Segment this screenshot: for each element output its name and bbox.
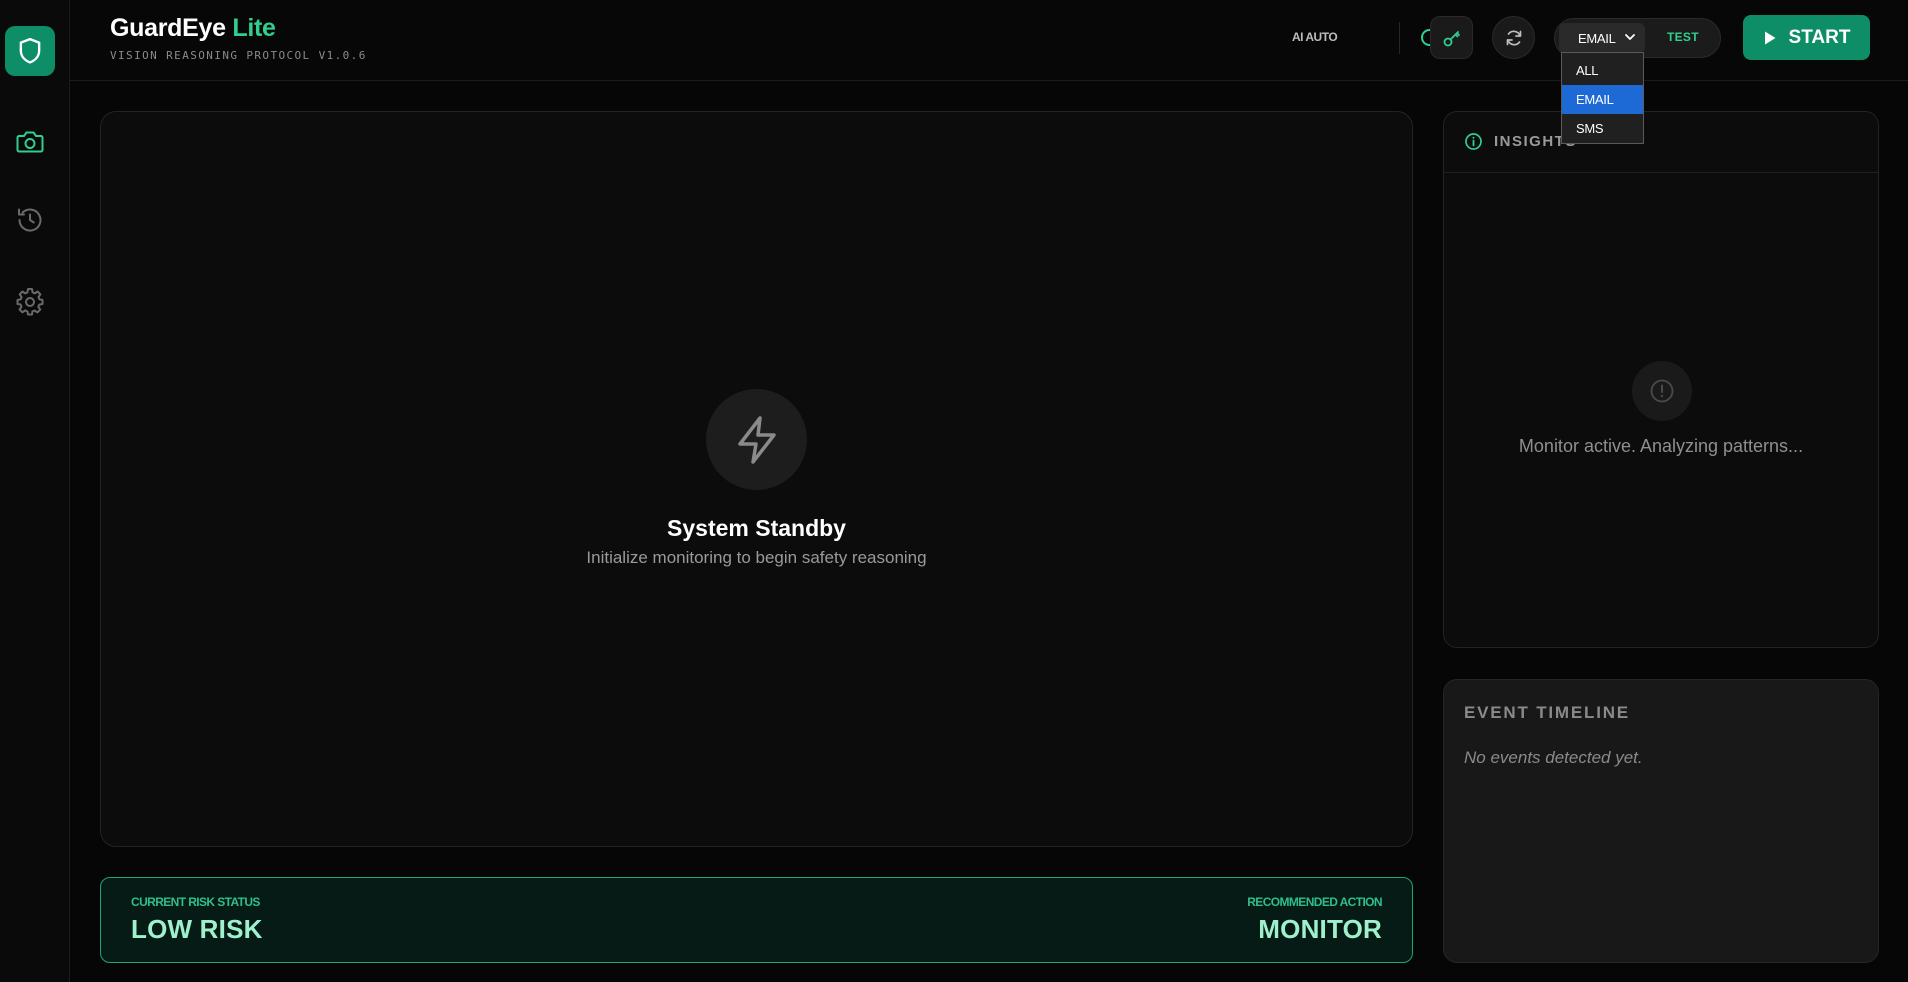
recommended-action-label: RECOMMENDED ACTION bbox=[1247, 895, 1382, 909]
insights-panel: INSIGHTS Monitor active. Analyzing patte… bbox=[1443, 111, 1879, 648]
play-icon bbox=[1764, 31, 1776, 44]
app-title: GuardEye Lite bbox=[110, 14, 276, 42]
header-divider bbox=[1399, 22, 1400, 54]
app-logo-shield[interactable] bbox=[5, 26, 55, 76]
sidebar bbox=[0, 0, 70, 982]
chevron-down-icon bbox=[1625, 34, 1635, 40]
api-key-button[interactable] bbox=[1430, 16, 1473, 59]
alert-icon bbox=[1650, 379, 1674, 403]
standby-subtitle: Initialize monitoring to begin safety re… bbox=[586, 548, 927, 567]
dropdown-option-all[interactable]: ALL bbox=[1562, 56, 1643, 85]
sidebar-item-settings[interactable] bbox=[12, 283, 48, 319]
select-value: EMAIL bbox=[1578, 30, 1616, 46]
test-notification-button[interactable]: TEST bbox=[1667, 30, 1699, 44]
history-icon bbox=[18, 208, 42, 232]
camera-icon bbox=[16, 131, 44, 153]
start-button[interactable]: START bbox=[1743, 15, 1870, 60]
standby-icon-circle bbox=[706, 389, 807, 490]
notification-channel-dropdown: ALL EMAIL SMS bbox=[1561, 52, 1644, 144]
insights-message: Monitor active. Analyzing patterns... bbox=[1518, 436, 1804, 456]
settings-icon bbox=[16, 288, 44, 316]
risk-status-value: LOW RISK bbox=[131, 914, 263, 944]
info-icon bbox=[1465, 133, 1482, 150]
sidebar-item-history[interactable] bbox=[12, 202, 48, 238]
dropdown-option-sms[interactable]: SMS bbox=[1562, 114, 1643, 143]
risk-status-label: CURRENT RISK STATUS bbox=[131, 895, 260, 909]
notification-channel-select[interactable]: EMAIL bbox=[1559, 23, 1645, 53]
event-timeline-panel: EVENT TIMELINE No events detected yet. bbox=[1443, 679, 1879, 963]
dropdown-option-email[interactable]: EMAIL bbox=[1562, 85, 1643, 114]
key-icon bbox=[1443, 30, 1460, 46]
refresh-icon bbox=[1506, 29, 1521, 46]
refresh-button[interactable] bbox=[1492, 16, 1535, 59]
event-timeline-title: EVENT TIMELINE bbox=[1464, 703, 1630, 722]
shield-icon bbox=[19, 37, 41, 64]
camera-feed-panel: System Standby Initialize monitoring to … bbox=[100, 111, 1413, 847]
sidebar-item-camera[interactable] bbox=[12, 124, 48, 160]
recommended-action-value: MONITOR bbox=[1258, 914, 1382, 944]
event-timeline-empty: No events detected yet. bbox=[1464, 748, 1643, 767]
insights-header: INSIGHTS bbox=[1444, 112, 1878, 173]
risk-status-bar: CURRENT RISK STATUS LOW RISK RECOMMENDED… bbox=[100, 877, 1413, 963]
insights-status-circle bbox=[1632, 361, 1692, 421]
lightning-icon bbox=[737, 415, 776, 464]
app-subtitle: VISION REASONING PROTOCOL V1.0.6 bbox=[110, 49, 367, 62]
standby-title: System Standby bbox=[667, 515, 846, 541]
ai-auto-label: AI AUTO bbox=[1292, 30, 1338, 44]
start-label: START bbox=[1788, 26, 1851, 48]
